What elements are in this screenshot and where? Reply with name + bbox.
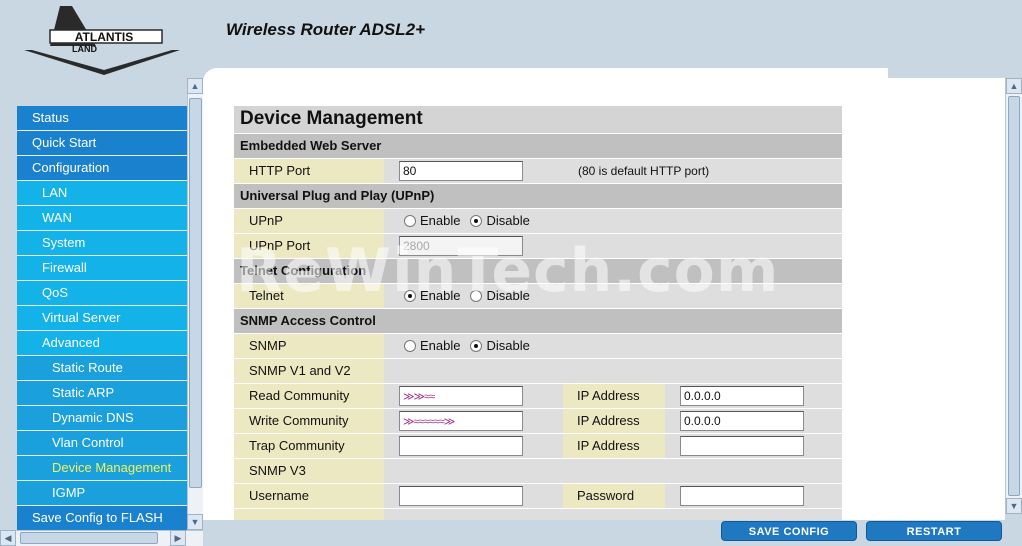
write-community-input[interactable]: ≫≈≈≈≈≈≈≫	[399, 411, 523, 431]
radio-selected-icon	[470, 215, 483, 227]
sidebar-item-advanced[interactable]: Advanced	[17, 331, 187, 356]
scroll-thumb[interactable]	[1008, 96, 1020, 496]
sidebar-item-status[interactable]: Status	[17, 106, 187, 131]
device-management-form: Device Management Embedded Web Server HT…	[234, 106, 842, 520]
username-row: Username Password	[234, 483, 842, 508]
product-title: Wireless Router ADSL2+	[226, 20, 426, 39]
snmp-v3-label: SNMP V3	[234, 459, 384, 483]
write-community-row: Write Community ≫≈≈≈≈≈≈≫ IP Address 0.0.…	[234, 408, 842, 433]
scroll-thumb[interactable]	[20, 532, 158, 544]
snmp-row: SNMP Enable Disable	[234, 333, 842, 358]
telnet-enable-radio[interactable]: Enable	[404, 284, 460, 308]
read-ip-input[interactable]: 0.0.0.0	[680, 386, 804, 406]
radio-icon	[404, 215, 416, 227]
upnp-radio-group: Enable Disable	[404, 209, 530, 233]
upnp-port-label: UPnP Port	[234, 234, 384, 258]
page-title: Device Management	[234, 106, 842, 133]
scroll-down-icon[interactable]: ▼	[187, 514, 203, 530]
write-ip-input[interactable]: 0.0.0.0	[680, 411, 804, 431]
sidebar-item-firewall[interactable]: Firewall	[17, 256, 187, 281]
trap-community-label: Trap Community	[234, 434, 384, 458]
atlantis-land-logo: ATLANTIS LAND	[24, 6, 180, 75]
sidebar-item-static-arp[interactable]: Static ARP	[17, 381, 187, 406]
radio-icon	[470, 290, 483, 302]
section-telnet: Telnet Configuration	[234, 258, 842, 283]
upnp-row: UPnP Enable Disable	[234, 208, 842, 233]
snmp-radio-group: Enable Disable	[404, 334, 530, 358]
snmp-enable-radio[interactable]: Enable	[404, 334, 460, 358]
trap-community-input[interactable]	[399, 436, 523, 456]
write-community-label: Write Community	[234, 409, 384, 433]
scroll-down-icon[interactable]: ▼	[1006, 498, 1022, 514]
read-ip-label: IP Address	[563, 384, 665, 408]
http-port-note: (80 is default HTTP port)	[578, 164, 710, 178]
scroll-up-icon[interactable]: ▲	[1006, 78, 1022, 94]
password-label: Password	[563, 484, 665, 508]
snmp-label: SNMP	[234, 334, 384, 358]
section-upnp: Universal Plug and Play (UPnP)	[234, 183, 842, 208]
upnp-port-row: UPnP Port 2800	[234, 233, 842, 258]
telnet-label: Telnet	[234, 284, 384, 308]
sidebar-item-lan[interactable]: LAN	[17, 181, 187, 206]
scroll-thumb[interactable]	[189, 98, 202, 488]
sidebar: Status Quick Start Configuration LAN WAN Syst…	[0, 78, 203, 546]
http-port-label: HTTP Port	[234, 159, 384, 183]
trap-ip-label: IP Address	[563, 434, 665, 458]
username-input[interactable]	[399, 486, 523, 506]
partial-row	[234, 508, 842, 520]
telnet-radio-group: Enable Disable	[404, 284, 530, 308]
snmp-disable-radio[interactable]: Disable	[470, 334, 530, 358]
trap-community-row: Trap Community IP Address	[234, 433, 842, 458]
sidebar-item-qos[interactable]: QoS	[17, 281, 187, 306]
upnp-label: UPnP	[234, 209, 384, 233]
read-community-row: Read Community ≫≫≈≈ IP Address 0.0.0.0	[234, 383, 842, 408]
snmp-v1v2-row: SNMP V1 and V2	[234, 358, 842, 383]
read-community-label: Read Community	[234, 384, 384, 408]
trap-ip-input[interactable]	[680, 436, 804, 456]
sidebar-item-system[interactable]: System	[17, 231, 187, 256]
upnp-enable-radio[interactable]: Enable	[404, 209, 460, 233]
sidebar-item-virtual-server[interactable]: Virtual Server	[17, 306, 187, 331]
radio-icon	[404, 340, 416, 352]
password-input[interactable]	[680, 486, 804, 506]
sidebar-item-vlan-control[interactable]: Vlan Control	[17, 431, 187, 456]
sidebar-item-save-config-to-flash[interactable]: Save Config to FLASH	[17, 506, 187, 531]
sidebar-item-static-route[interactable]: Static Route	[17, 356, 187, 381]
sidebar-item-wan[interactable]: WAN	[17, 206, 187, 231]
snmp-v1v2-label: SNMP V1 and V2	[234, 359, 384, 383]
main-vertical-scrollbar[interactable]: ▲ ▼	[1005, 78, 1022, 514]
sidebar-item-igmp[interactable]: IGMP	[17, 481, 187, 506]
header-tab-shape	[888, 68, 1022, 78]
write-ip-label: IP Address	[563, 409, 665, 433]
svg-text:LAND: LAND	[72, 44, 97, 54]
upnp-port-input: 2800	[399, 236, 523, 256]
sidebar-item-dynamic-dns[interactable]: Dynamic DNS	[17, 406, 187, 431]
scroll-left-icon[interactable]: ◀	[0, 530, 16, 546]
section-snmp: SNMP Access Control	[234, 308, 842, 333]
http-port-input[interactable]: 80	[399, 161, 523, 181]
main-panel: Device Management Embedded Web Server HT…	[203, 68, 1005, 520]
radio-selected-icon	[470, 340, 483, 352]
section-web-server: Embedded Web Server	[234, 133, 842, 158]
header: ATLANTIS LAND Wireless Router ADSL2+	[0, 0, 1022, 78]
sidebar-item-device-management[interactable]: Device Management	[17, 456, 187, 481]
username-label: Username	[234, 484, 384, 508]
snmp-v3-row: SNMP V3	[234, 458, 842, 483]
scroll-up-icon[interactable]: ▲	[187, 78, 203, 94]
save-config-button[interactable]: SAVE CONFIG	[721, 521, 857, 541]
sidebar-item-quick-start[interactable]: Quick Start	[17, 131, 187, 156]
read-community-input[interactable]: ≫≫≈≈	[399, 386, 523, 406]
http-port-row: HTTP Port 80 (80 is default HTTP port)	[234, 158, 842, 183]
sidebar-item-configuration[interactable]: Configuration	[17, 156, 187, 181]
scroll-right-icon[interactable]: ▶	[170, 530, 186, 546]
sidebar-vertical-scrollbar[interactable]: ▲ ▼	[187, 78, 203, 530]
telnet-disable-radio[interactable]: Disable	[470, 284, 530, 308]
telnet-row: Telnet Enable Disable	[234, 283, 842, 308]
restart-button[interactable]: RESTART	[866, 521, 1002, 541]
svg-text:ATLANTIS: ATLANTIS	[75, 30, 133, 44]
upnp-disable-radio[interactable]: Disable	[470, 209, 530, 233]
nav-menu: Status Quick Start Configuration LAN WAN Syst…	[17, 106, 187, 531]
sidebar-horizontal-scrollbar[interactable]: ◀ ▶	[0, 530, 203, 546]
radio-selected-icon	[404, 290, 416, 302]
